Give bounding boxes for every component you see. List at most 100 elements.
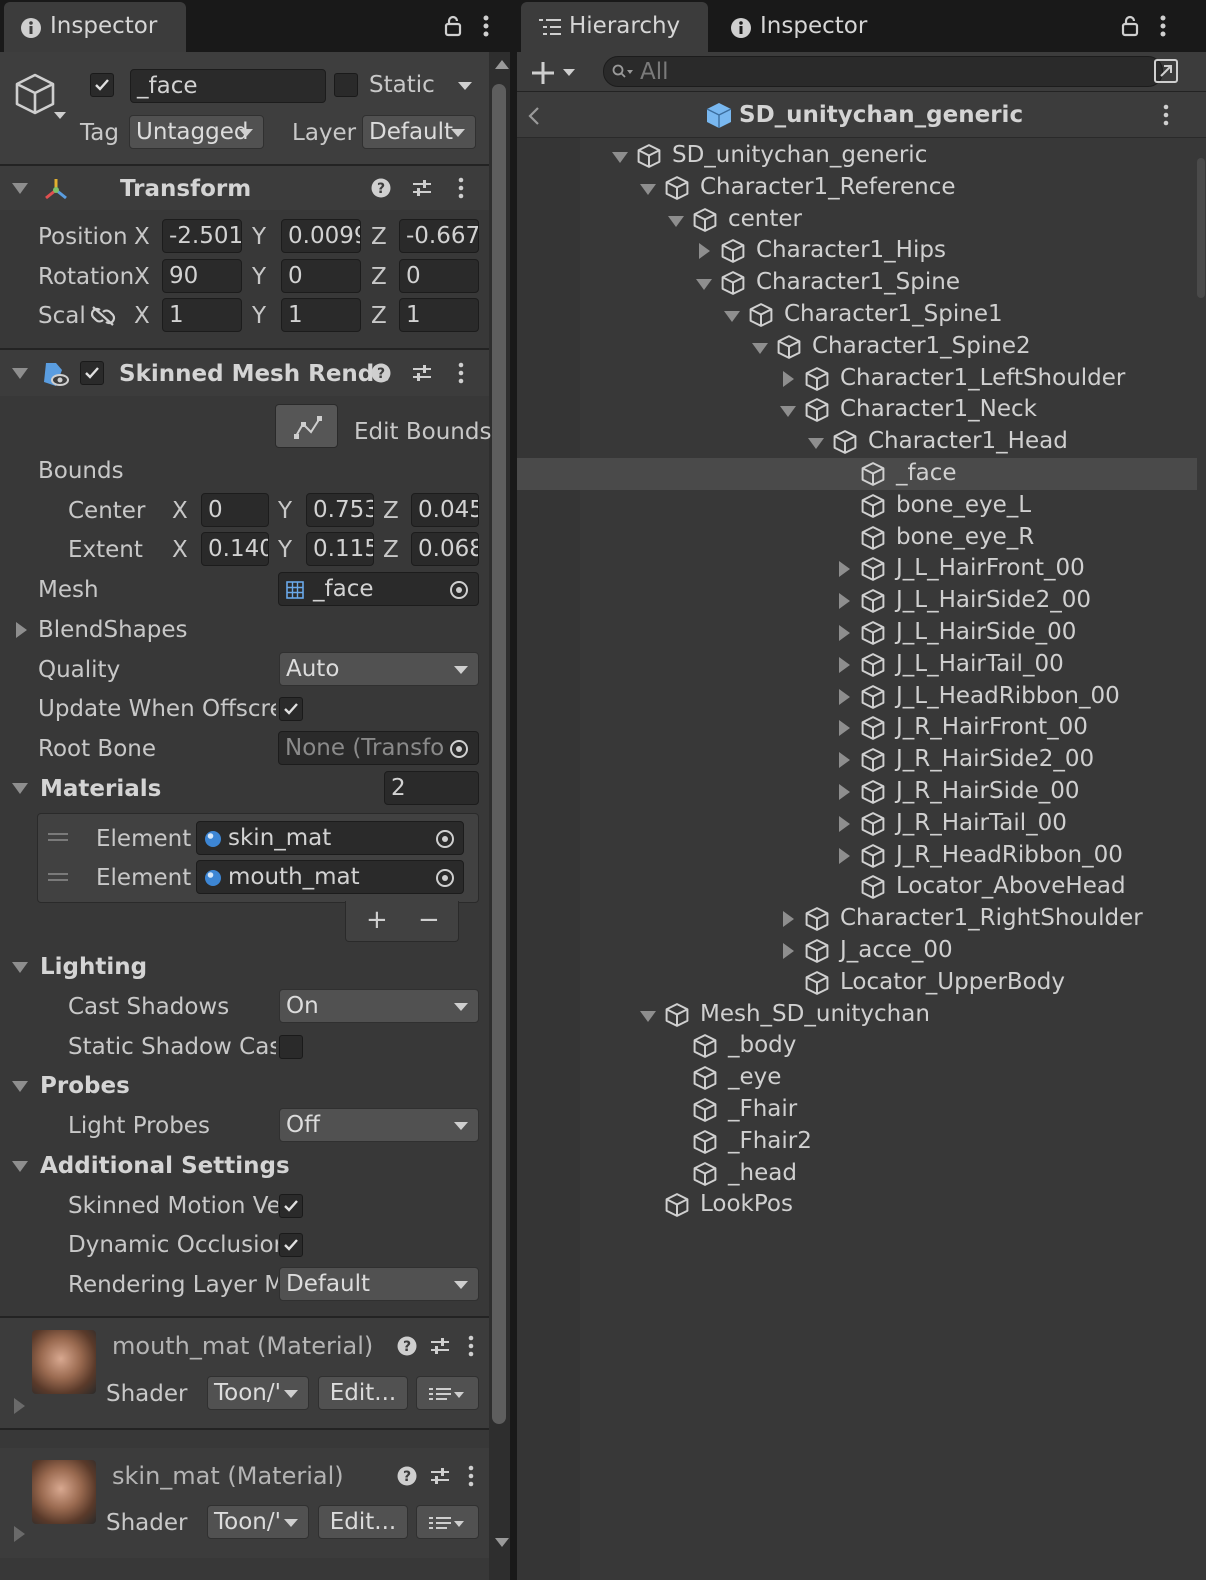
expand-arrow-icon[interactable] — [808, 438, 824, 450]
probes-foldout[interactable] — [12, 1081, 28, 1092]
help-icon[interactable]: ? — [397, 1336, 417, 1356]
extent-x-label[interactable]: X — [172, 537, 188, 563]
component-menu-icon[interactable] — [457, 362, 465, 384]
static-checkbox[interactable] — [334, 73, 358, 97]
collapse-arrow-icon[interactable] — [783, 943, 794, 959]
tag-dropdown[interactable]: Untagged — [129, 115, 264, 149]
tab-inspector-right[interactable]: Inspector — [712, 2, 892, 52]
rotation-z-label[interactable]: Z — [371, 264, 387, 290]
center-y-field[interactable]: 0.753 — [306, 493, 374, 527]
tree-row[interactable] — [517, 1030, 1197, 1062]
mesh-object-field[interactable]: _face — [278, 572, 479, 606]
tree-row[interactable] — [517, 490, 1197, 522]
expand-arrow-icon[interactable] — [612, 152, 628, 163]
smr-header[interactable]: Skinned Mesh Rende ? — [0, 350, 489, 396]
smr-enabled-checkbox[interactable] — [80, 361, 104, 385]
position-x-label[interactable]: X — [134, 224, 150, 250]
create-button[interactable] — [529, 56, 581, 88]
tree-row[interactable] — [517, 1126, 1197, 1158]
scale-y-field[interactable]: 1 — [281, 298, 361, 332]
inspector-scrollbar[interactable] — [489, 52, 510, 1580]
transform-header[interactable]: Transform ? — [0, 166, 489, 210]
presets-icon[interactable] — [429, 1466, 451, 1486]
root-bone-field[interactable]: None (Transfo — [278, 731, 479, 765]
tree-row[interactable] — [517, 553, 1197, 585]
drag-handle-icon[interactable] — [48, 832, 68, 842]
rotation-x-label[interactable]: X — [134, 264, 150, 290]
position-x-field[interactable]: -2.501 — [162, 219, 242, 253]
component-menu-icon[interactable] — [467, 1335, 475, 1357]
lock-icon[interactable] — [1121, 15, 1139, 37]
shader-options-button[interactable] — [416, 1505, 479, 1539]
tree-row[interactable] — [517, 744, 1197, 776]
extent-z-label[interactable]: Z — [383, 537, 399, 563]
material-foldout[interactable] — [14, 1526, 25, 1542]
tree-row[interactable] — [517, 617, 1197, 649]
gameobject-cube-icon[interactable] — [14, 72, 56, 116]
rotation-y-label[interactable]: Y — [252, 264, 266, 290]
materials-foldout[interactable] — [12, 783, 28, 794]
material-foldout[interactable] — [14, 1398, 25, 1414]
rotation-y-field[interactable]: 0 — [281, 259, 361, 293]
scale-x-label[interactable]: X — [134, 303, 150, 329]
expand-arrow-icon[interactable] — [696, 279, 712, 291]
update-offscreen-checkbox[interactable] — [279, 697, 303, 721]
collapse-arrow-icon[interactable] — [839, 593, 850, 610]
tree-row[interactable] — [517, 776, 1197, 808]
materials-count-field[interactable]: 2 — [384, 771, 479, 805]
element-0-field[interactable]: skin_mat — [196, 821, 464, 855]
extent-x-field[interactable]: 0.140 — [201, 532, 269, 566]
cast-shadows-dropdown[interactable]: On — [279, 989, 479, 1023]
tab-hierarchy[interactable]: Hierarchy — [521, 2, 708, 52]
extent-y-field[interactable]: 0.115 — [306, 532, 374, 566]
object-name-field[interactable]: _face — [130, 69, 326, 103]
help-icon[interactable]: ? — [371, 363, 391, 383]
collapse-arrow-icon[interactable] — [839, 656, 850, 673]
extent-y-label[interactable]: Y — [278, 537, 292, 563]
scale-x-field[interactable]: 1 — [162, 298, 242, 332]
lock-icon[interactable] — [444, 15, 462, 37]
expand-arrow-icon[interactable] — [724, 311, 740, 322]
object-picker-icon[interactable] — [435, 868, 455, 888]
edit-bounds-button[interactable] — [275, 404, 338, 448]
shader-dropdown[interactable]: Toon/' — [207, 1505, 309, 1539]
extent-z-field[interactable]: 0.068 — [411, 532, 479, 566]
search-input[interactable]: All — [603, 56, 1163, 87]
presets-icon[interactable] — [429, 1336, 451, 1356]
edit-shader-button[interactable]: Edit... — [318, 1505, 408, 1539]
shader-options-button[interactable] — [416, 1376, 479, 1410]
additional-settings-foldout[interactable] — [12, 1161, 28, 1172]
collapse-arrow-icon[interactable] — [699, 243, 710, 260]
open-window-icon[interactable] — [1153, 58, 1179, 84]
object-picker-icon[interactable] — [449, 739, 469, 759]
component-menu-icon[interactable] — [467, 1465, 475, 1487]
position-z-field[interactable]: -0.667 — [399, 219, 479, 253]
materials-label[interactable]: Materials — [40, 776, 161, 802]
scene-menu-icon[interactable] — [1162, 104, 1170, 126]
center-y-label[interactable]: Y — [278, 498, 292, 524]
collapse-arrow-icon[interactable] — [783, 370, 794, 387]
lighting-title[interactable]: Lighting — [40, 954, 147, 980]
object-picker-icon[interactable] — [435, 829, 455, 849]
expand-arrow-icon[interactable] — [668, 215, 684, 227]
blendshapes-label[interactable]: BlendShapes — [38, 617, 188, 643]
tree-row[interactable] — [517, 1094, 1197, 1126]
tab-inspector-left[interactable]: Inspector — [4, 2, 186, 52]
center-z-label[interactable]: Z — [383, 498, 399, 524]
dynamic-occlusion-checkbox[interactable] — [279, 1233, 303, 1257]
lighting-foldout[interactable] — [12, 962, 28, 973]
center-z-field[interactable]: 0.045 — [411, 493, 479, 527]
additional-settings-title[interactable]: Additional Settings — [40, 1153, 290, 1179]
position-z-label[interactable]: Z — [371, 224, 387, 250]
rotation-z-field[interactable]: 0 — [399, 259, 479, 293]
collapse-arrow-icon[interactable] — [839, 688, 850, 705]
constrain-proportions-icon[interactable] — [90, 305, 116, 327]
object-picker-icon[interactable] — [449, 580, 469, 600]
scale-z-label[interactable]: Z — [371, 303, 387, 329]
tree-row[interactable] — [517, 522, 1197, 554]
active-checkbox[interactable] — [90, 73, 114, 97]
component-menu-icon[interactable] — [457, 177, 465, 199]
tree-row[interactable] — [517, 585, 1197, 617]
kebab-menu-icon[interactable] — [482, 14, 490, 38]
edit-shader-button[interactable]: Edit... — [318, 1376, 408, 1410]
